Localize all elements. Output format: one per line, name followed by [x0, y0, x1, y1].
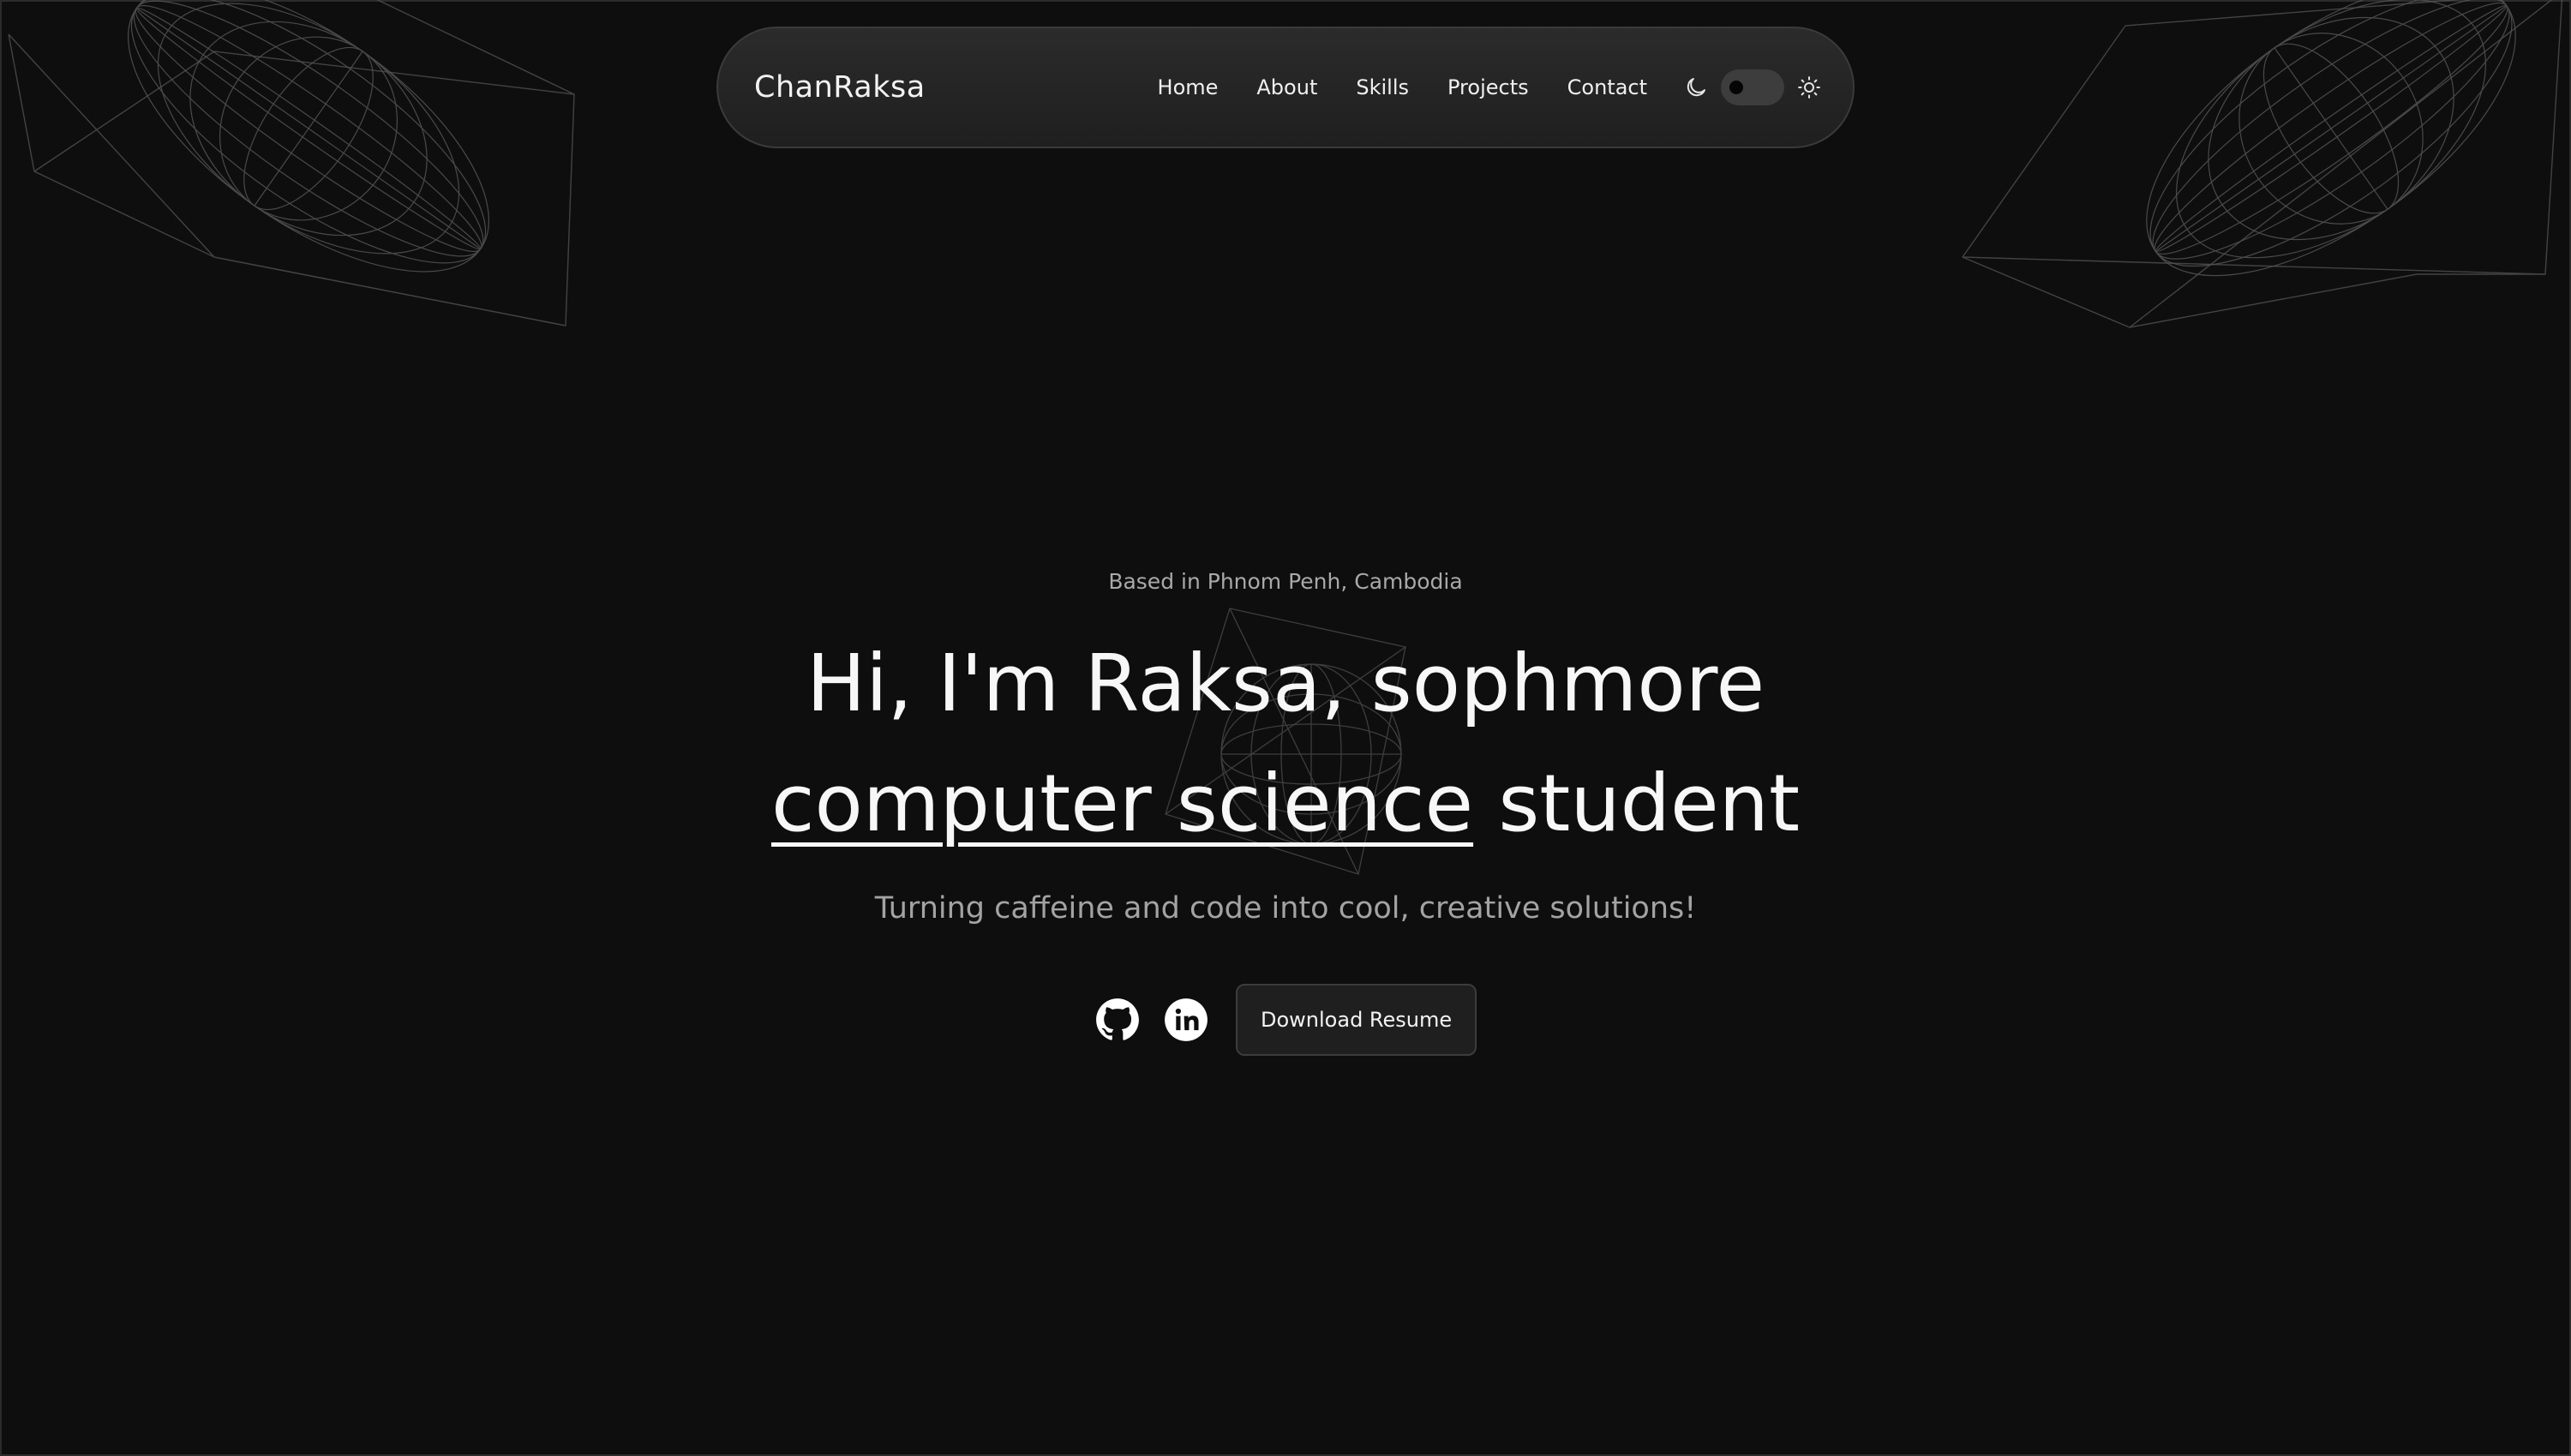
- nav-link-projects[interactable]: Projects: [1447, 75, 1529, 99]
- theme-toggle-knob: [1729, 81, 1743, 94]
- location-text: Based in Phnom Penh, Cambodia: [1108, 569, 1463, 594]
- headline-line-2: computer science student: [0, 764, 2571, 843]
- wireframe-ellipsoid-top-right: [1962, 0, 2563, 328]
- github-icon[interactable]: [1095, 998, 1140, 1042]
- nav-link-about[interactable]: About: [1256, 75, 1317, 99]
- headline-line-1: Hi, I'm Raksa, sophmore: [806, 638, 1765, 729]
- navbar: ChanRaksa Home About Skills Projects Con…: [716, 27, 1855, 148]
- theme-toggle[interactable]: [1721, 69, 1784, 105]
- headline-rest: student: [1473, 758, 1801, 849]
- theme-switcher: [1683, 69, 1822, 105]
- wireframe-ellipsoid-top-left: [8, 0, 575, 327]
- tagline: Turning caffeine and code into cool, cre…: [874, 891, 1697, 926]
- nav-link-contact[interactable]: Contact: [1567, 75, 1647, 99]
- sun-icon: [1798, 76, 1820, 99]
- nav-links: Home About Skills Projects Contact: [1158, 75, 1647, 99]
- brand-logo[interactable]: ChanRaksa: [754, 70, 926, 105]
- cta-row: Download Resume: [1095, 984, 1477, 1056]
- download-resume-button[interactable]: Download Resume: [1236, 984, 1477, 1056]
- linkedin-icon[interactable]: [1164, 998, 1208, 1042]
- nav-link-skills[interactable]: Skills: [1356, 75, 1409, 99]
- headline-emphasis: computer science: [770, 758, 1474, 849]
- nav-link-home[interactable]: Home: [1158, 75, 1219, 99]
- moon-icon: [1687, 78, 1705, 97]
